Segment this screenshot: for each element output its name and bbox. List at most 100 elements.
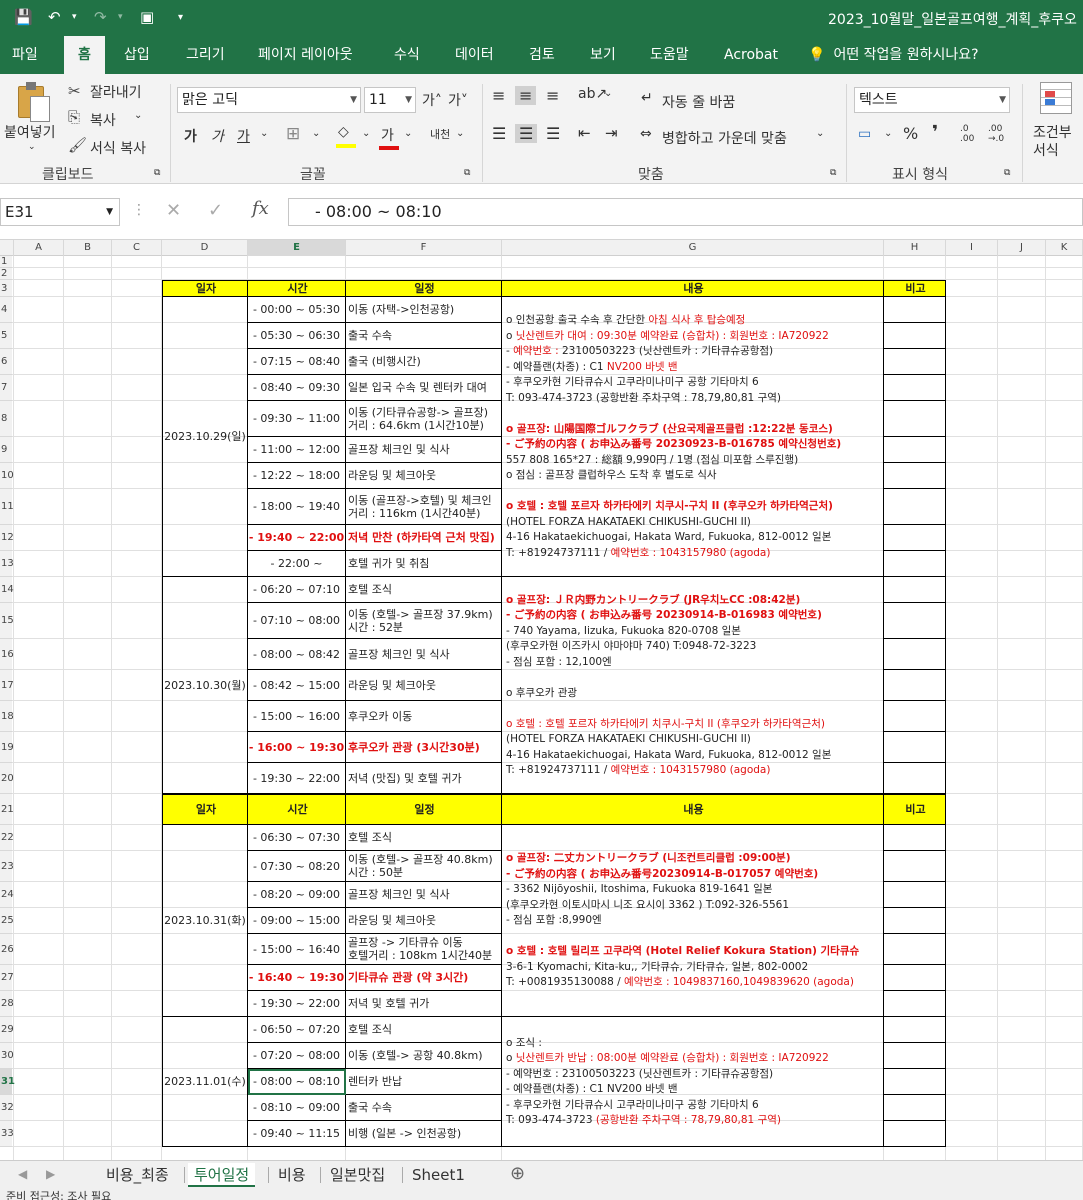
- scroll-left-icon[interactable]: ◀: [18, 1167, 27, 1181]
- note-cell[interactable]: [884, 1043, 946, 1069]
- date-cell[interactable]: 2023.11.01(수): [162, 1017, 248, 1147]
- plan-cell[interactable]: 라운딩 및 체크아웃: [346, 908, 502, 934]
- time-cell[interactable]: - 08:00 ~ 08:42: [248, 639, 346, 670]
- plan-cell[interactable]: 골프장 체크인 및 식사: [346, 437, 502, 463]
- number-launcher-icon[interactable]: ⧉: [1004, 168, 1010, 178]
- redo-dropdown-icon[interactable]: ▾: [118, 12, 123, 22]
- sheet-tab-1[interactable]: 비용_최종: [100, 1163, 175, 1187]
- font-color-button[interactable]: 가: [379, 125, 399, 150]
- note-cell[interactable]: [884, 991, 946, 1017]
- time-cell[interactable]: - 09:40 ~ 11:15: [248, 1121, 346, 1147]
- fill-color-dropdown-icon[interactable]: ⌄: [362, 128, 370, 139]
- copy-button[interactable]: 복사: [90, 110, 116, 130]
- merge-center-button[interactable]: 병합하고 가운데 맞춤: [662, 128, 787, 148]
- font-size-select[interactable]: 11 ▼: [364, 87, 416, 113]
- plan-cell[interactable]: 라운딩 및 체크아웃: [346, 670, 502, 701]
- corner-select-all[interactable]: [0, 240, 14, 256]
- conditional-format-icon[interactable]: [1040, 82, 1072, 114]
- name-box[interactable]: E31 ▼: [0, 198, 120, 226]
- time-cell[interactable]: - 09:30 ~ 11:00: [248, 401, 346, 437]
- font-launcher-icon[interactable]: ⧉: [464, 168, 470, 178]
- row-header[interactable]: 15: [0, 603, 14, 639]
- row-header[interactable]: 25: [0, 908, 14, 934]
- note-cell[interactable]: [884, 732, 946, 763]
- plan-cell[interactable]: 골프장 체크인 및 식사: [346, 639, 502, 670]
- phonetic-button[interactable]: 내천: [430, 126, 450, 142]
- plan-cell[interactable]: 렌터카 반납: [346, 1069, 502, 1095]
- percent-button[interactable]: %: [903, 124, 918, 143]
- date-cell[interactable]: 2023.10.29(일): [162, 297, 248, 577]
- plan-cell[interactable]: 이동 (자택->인천공항): [346, 297, 502, 323]
- content-cell[interactable]: o 인천공항 출국 수속 후 간단한 아침 식사 후 탑승예정 o 닛산렌트카 대…: [502, 297, 884, 577]
- border-dropdown-icon[interactable]: ⌄: [312, 128, 320, 139]
- time-cell[interactable]: - 07:15 ~ 08:40: [248, 349, 346, 375]
- orientation-icon[interactable]: ab↗: [578, 86, 607, 102]
- merge-dropdown-icon[interactable]: ⌄: [816, 128, 824, 139]
- row-header[interactable]: 20: [0, 763, 14, 794]
- orientation-dropdown-icon[interactable]: ⌄: [604, 88, 612, 99]
- note-cell[interactable]: [884, 639, 946, 670]
- plan-cell[interactable]: 저녁 및 호텔 귀가: [346, 991, 502, 1017]
- time-cell[interactable]: - 12:22 ~ 18:00: [248, 463, 346, 489]
- conditional-format-label-1[interactable]: 조건부: [1033, 122, 1072, 142]
- time-cell[interactable]: - 08:00 ~ 08:10: [248, 1069, 346, 1095]
- plan-cell[interactable]: 호텔 조식: [346, 577, 502, 603]
- time-cell[interactable]: - 11:00 ~ 12:00: [248, 437, 346, 463]
- clipboard-launcher-icon[interactable]: ⧉: [154, 168, 160, 178]
- time-cell[interactable]: - 08:42 ~ 15:00: [248, 670, 346, 701]
- paste-icon[interactable]: [16, 82, 52, 122]
- time-cell[interactable]: - 07:10 ~ 08:00: [248, 603, 346, 639]
- fill-color-icon[interactable]: ◇: [336, 124, 356, 148]
- customize-qa-icon[interactable]: ▾: [178, 12, 183, 23]
- column-header-E[interactable]: E: [248, 240, 346, 256]
- time-cell[interactable]: - 09:00 ~ 15:00: [248, 908, 346, 934]
- merge-center-icon[interactable]: ⇔: [640, 126, 652, 142]
- underline-dropdown-icon[interactable]: ⌄: [260, 128, 268, 139]
- note-cell[interactable]: [884, 1095, 946, 1121]
- column-header-C[interactable]: C: [112, 240, 162, 256]
- row-header[interactable]: 8: [0, 401, 12, 437]
- time-cell[interactable]: - 19:30 ~ 22:00: [248, 763, 346, 794]
- plan-cell[interactable]: 호텔 조식: [346, 825, 502, 851]
- note-cell[interactable]: [884, 851, 946, 882]
- time-cell[interactable]: - 15:00 ~ 16:00: [248, 701, 346, 732]
- column-header-H[interactable]: H: [884, 240, 946, 256]
- row-header[interactable]: 17: [0, 670, 14, 701]
- note-cell[interactable]: [884, 437, 946, 463]
- paste-button[interactable]: 붙여넣기: [4, 122, 56, 142]
- time-cell[interactable]: - 07:20 ~ 08:00: [248, 1043, 346, 1069]
- align-middle-icon[interactable]: ≡: [515, 86, 537, 105]
- phonetic-dropdown-icon[interactable]: ⌄: [456, 128, 464, 139]
- plan-cell[interactable]: 라운딩 및 체크아웃: [346, 463, 502, 489]
- column-header-A[interactable]: A: [14, 240, 64, 256]
- note-cell[interactable]: [884, 763, 946, 794]
- note-cell[interactable]: [884, 577, 946, 603]
- wrap-text-icon[interactable]: ↵: [641, 90, 653, 106]
- scissors-icon[interactable]: ✂: [68, 82, 81, 100]
- scroll-right-icon[interactable]: ▶: [46, 1167, 55, 1181]
- ribbon-tab-7[interactable]: 데이터: [455, 36, 494, 74]
- align-center-icon[interactable]: ☰: [515, 124, 538, 143]
- note-cell[interactable]: [884, 670, 946, 701]
- row-header[interactable]: 18: [0, 701, 14, 732]
- plan-cell[interactable]: 이동 (호텔-> 골프장 40.8km) 시간 : 50분: [346, 851, 502, 882]
- plan-cell[interactable]: 이동 (호텔-> 골프장 37.9km) 시간 : 52분: [346, 603, 502, 639]
- ribbon-tab-11[interactable]: Acrobat: [724, 36, 778, 74]
- wrap-text-button[interactable]: 자동 줄 바꿈: [662, 92, 735, 112]
- border-icon[interactable]: ⊞: [286, 124, 300, 144]
- note-cell[interactable]: [884, 551, 946, 577]
- date-cell[interactable]: 2023.10.31(화): [162, 825, 248, 1017]
- column-header-K[interactable]: K: [1046, 240, 1083, 256]
- note-cell[interactable]: [884, 1069, 946, 1095]
- ribbon-tab-9[interactable]: 보기: [590, 36, 616, 74]
- content-cell[interactable]: o 골프장: 二丈カントリークラブ (니조컨트리클럽 :09:00분) - ご予…: [502, 825, 884, 1017]
- comma-button[interactable]: ❜: [932, 122, 938, 143]
- time-cell[interactable]: - 19:30 ~ 22:00: [248, 991, 346, 1017]
- ribbon-tab-6[interactable]: 수식: [394, 36, 420, 74]
- formula-input[interactable]: - 08:00 ~ 08:10: [288, 198, 1083, 226]
- row-header[interactable]: 7: [0, 375, 12, 401]
- row-header[interactable]: 9: [0, 437, 12, 463]
- row-header[interactable]: 13: [0, 551, 14, 577]
- cancel-icon[interactable]: ✕: [166, 200, 181, 221]
- row-header[interactable]: 1: [0, 256, 12, 268]
